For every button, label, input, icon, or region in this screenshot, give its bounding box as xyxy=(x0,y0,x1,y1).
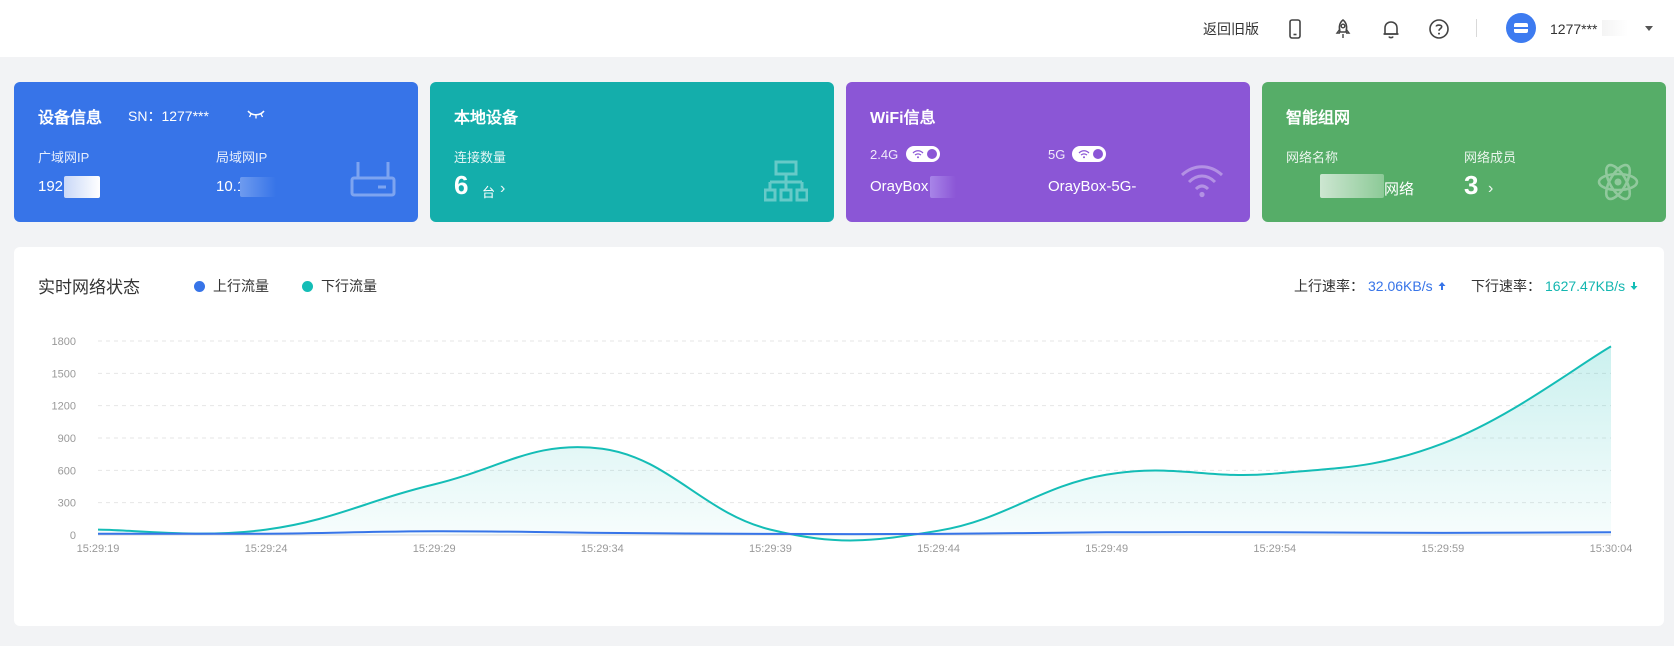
x-tick-label: 15:29:44 xyxy=(917,543,960,555)
x-tick-label: 15:29:39 xyxy=(749,543,792,555)
router-icon xyxy=(350,162,396,197)
network-topology-icon xyxy=(764,160,808,202)
lan-ip-mask xyxy=(240,177,276,197)
user-name[interactable]: 1277*** xyxy=(1550,0,1598,57)
ssid-5g: OrayBox-5G- xyxy=(1048,178,1137,195)
toggle-knob xyxy=(1093,149,1103,159)
wan-ip-mask xyxy=(64,176,100,198)
smart-network-title: 智能组网 xyxy=(1286,110,1351,127)
connection-count-unit: 台 xyxy=(482,185,496,200)
device-info-card[interactable]: 设备信息 SN：1277*** 广域网IP 192 局域网IP 10.1 xyxy=(14,82,418,222)
network-name-value: 网络 xyxy=(1384,181,1415,198)
y-tick-label: 0 xyxy=(70,530,76,542)
old-version-link[interactable]: 返回旧版 xyxy=(1203,0,1259,57)
ssid-24g-mask xyxy=(930,176,956,198)
toggle-knob xyxy=(927,149,937,159)
device-info-title: 设备信息 xyxy=(38,110,103,127)
band-24g-toggle[interactable] xyxy=(906,146,940,162)
local-devices-card[interactable]: 本地设备 连接数量 6 台 › xyxy=(430,82,834,222)
y-tick-label: 900 xyxy=(58,433,76,445)
connection-count: 6 xyxy=(454,170,469,200)
wifi-info-title: WiFi信息 xyxy=(870,110,936,127)
avatar[interactable] xyxy=(1506,13,1536,43)
band-5g-toggle[interactable] xyxy=(1072,146,1106,162)
x-tick-label: 15:29:54 xyxy=(1253,543,1296,555)
rocket-icon[interactable] xyxy=(1332,0,1354,57)
phone-icon[interactable] xyxy=(1284,0,1306,57)
x-tick-label: 15:29:19 xyxy=(77,543,120,555)
smart-network-card[interactable]: 智能组网 网络名称 网络 网络成员 3 › xyxy=(1262,82,1666,222)
x-tick-label: 15:29:29 xyxy=(413,543,456,555)
network-members-label: 网络成员 xyxy=(1464,150,1517,165)
y-tick-label: 1800 xyxy=(52,336,76,348)
x-tick-label: 15:29:49 xyxy=(1085,543,1128,555)
y-tick-label: 300 xyxy=(58,498,76,510)
wan-ip-label: 广域网IP xyxy=(38,150,90,165)
wifi-small-icon xyxy=(912,150,924,159)
lan-ip-label: 局域网IP xyxy=(216,150,268,165)
local-devices-title: 本地设备 xyxy=(454,110,519,127)
network-members-count: 3 xyxy=(1464,170,1479,200)
help-icon[interactable] xyxy=(1428,0,1450,57)
sn-mask xyxy=(210,105,240,123)
band-24g-label: 2.4G xyxy=(870,147,899,162)
network-name-mask xyxy=(1320,174,1384,198)
header-divider xyxy=(1476,19,1477,37)
traffic-chart: 0 300 600 900 1200 1500 1800 15:29:19 15:29:24 15… xyxy=(52,336,1633,555)
ssid-24g: OrayBox xyxy=(870,178,929,195)
x-tick-label: 15:29:34 xyxy=(581,543,624,555)
wifi-info-card[interactable]: WiFi信息 2.4G OrayBox 5G OrayBox-5G- xyxy=(846,82,1250,222)
caret-down-icon[interactable] xyxy=(1645,26,1653,31)
wifi-icon xyxy=(1180,165,1224,198)
realtime-network-panel: 实时网络状态 上行流量 下行流量 上行速率： 32.06KB/s 下行速率： 1… xyxy=(14,247,1664,626)
chevron-right-icon[interactable]: › xyxy=(1488,180,1493,198)
y-tick-label: 600 xyxy=(58,465,76,477)
network-name-label: 网络名称 xyxy=(1286,150,1339,165)
atom-network-icon xyxy=(1597,163,1639,201)
band-5g-label: 5G xyxy=(1048,147,1066,162)
eye-closed-icon[interactable] xyxy=(247,108,265,120)
x-tick-label: 15:29:59 xyxy=(1421,543,1464,555)
x-tick-label: 15:30:04 xyxy=(1590,543,1633,555)
chevron-right-icon[interactable]: › xyxy=(500,180,505,198)
device-chip-icon xyxy=(1514,23,1528,33)
y-tick-label: 1500 xyxy=(52,368,76,380)
user-name-mask xyxy=(1602,20,1628,36)
download-area xyxy=(98,346,1611,541)
wifi-small-icon xyxy=(1078,150,1090,159)
top-bar: 返回旧版 1277*** xyxy=(0,0,1674,57)
connection-count-label: 连接数量 xyxy=(454,150,507,165)
bell-icon[interactable] xyxy=(1380,0,1402,57)
y-tick-label: 1200 xyxy=(52,401,76,413)
device-sn: SN：1277*** xyxy=(128,108,209,124)
wan-ip-value: 192 xyxy=(38,178,64,195)
x-tick-label: 15:29:24 xyxy=(245,543,288,555)
